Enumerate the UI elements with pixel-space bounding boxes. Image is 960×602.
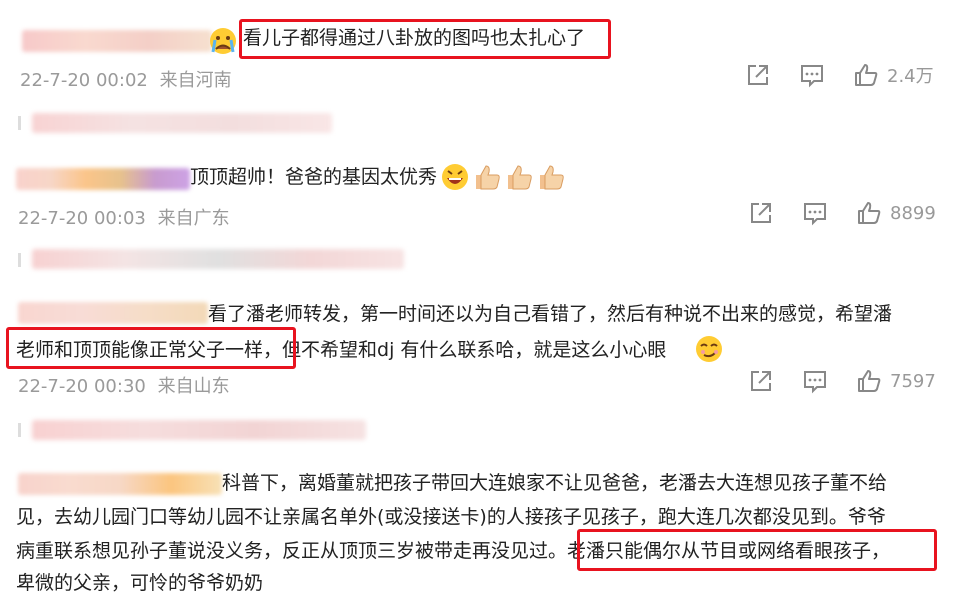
reply-preview-blurred[interactable]: [32, 249, 404, 269]
share-button[interactable]: [748, 368, 774, 394]
grin-face-icon: [440, 162, 470, 196]
reply-preview-blurred[interactable]: [32, 113, 332, 133]
commenter-name-blurred[interactable]: [16, 168, 190, 190]
comment-icon: [804, 203, 826, 226]
comment-location: 来自广东: [157, 208, 230, 229]
like-count: 7597: [890, 370, 936, 392]
like-icon: [858, 370, 881, 392]
commenter-name-blurred[interactable]: [18, 473, 222, 495]
smirk-face-icon: [694, 334, 724, 368]
like-button[interactable]: 2.4万: [853, 62, 934, 88]
comment-location: 来自河南: [159, 70, 232, 91]
commenter-name-blurred[interactable]: [22, 30, 212, 52]
crying-face-icon: [208, 26, 238, 60]
comment-icon: [801, 65, 823, 88]
comment-actions: 8899: [748, 200, 936, 226]
thumbs-up-icon: [536, 162, 566, 196]
reply-button[interactable]: [799, 62, 825, 88]
share-icon: [751, 203, 771, 223]
thumbs-up-icon: [504, 162, 534, 196]
comment-text: 看儿子都得通过八卦放的图吗也太扎心了: [243, 27, 586, 49]
like-count: 8899: [890, 202, 936, 224]
comment-time: 22-7-20 00:30: [18, 376, 146, 397]
commenter-name-blurred[interactable]: [18, 302, 208, 324]
like-icon: [855, 64, 878, 86]
comment-time: 22-7-20 00:03: [18, 208, 146, 229]
comment-meta: 22-7-20 00:30 来自山东: [18, 372, 230, 398]
comment-meta: 22-7-20 00:03 来自广东: [18, 204, 230, 230]
comment-meta: 22-7-20 00:02 来自河南: [20, 66, 232, 92]
thumbs-up-icon: [472, 162, 502, 196]
reply-button[interactable]: [802, 200, 828, 226]
comment-actions: 7597: [748, 368, 936, 394]
comment-icon: [804, 371, 826, 394]
comment-time: 22-7-20 00:02: [20, 70, 148, 91]
comment-text-line-1: 看了潘老师转发，第一时间还以为自己看错了，然后有种说不出来的感觉，希望潘: [208, 303, 893, 325]
comment-text-line-2: 老师和顶顶能像正常父子一样，但不希望和dj 有什么联系哈，就是这么小心眼: [16, 339, 667, 361]
like-count: 2.4万: [887, 66, 934, 87]
reply-rail: [18, 116, 21, 130]
comment-2: 顶顶超帅！爸爸的基因太优秀 22-7-20 00:03 来自广东 8899: [0, 150, 960, 290]
share-icon: [748, 65, 768, 85]
comment-4: 科普下，离婚董就把孩子带回大连娘家不让见爸爸，老潘去大连想见孩子董不给 见，去幼…: [0, 455, 960, 602]
comment-1: 看儿子都得通过八卦放的图吗也太扎心了 22-7-20 00:02 来自河南 2.…: [0, 0, 960, 150]
share-button[interactable]: [748, 200, 774, 226]
reply-preview-blurred[interactable]: [32, 420, 366, 440]
comment-text-line-4: 卑微的父亲，可怜的爷爷奶奶: [16, 572, 264, 594]
reply-rail: [18, 423, 21, 437]
comment-text-line-1: 科普下，离婚董就把孩子带回大连娘家不让见爸爸，老潘去大连想见孩子董不给: [222, 472, 888, 494]
comment-3: 看了潘老师转发，第一时间还以为自己看错了，然后有种说不出来的感觉，希望潘 老师和…: [0, 290, 960, 455]
like-button[interactable]: 8899: [856, 200, 936, 226]
comment-location: 来自山东: [157, 376, 230, 397]
comment-text-line-2: 见，去幼儿园门口等幼儿园不让亲属名单外(或没接送卡)的人接孩子见孩子，跑大连几次…: [16, 506, 886, 528]
like-icon: [858, 202, 881, 224]
reply-rail: [18, 253, 21, 267]
comment-text-line-3: 病重联系想见孙子董说没义务，反正从顶顶三岁被带走再没见过。老潘只能偶尔从节目或网…: [16, 540, 891, 562]
comment-actions: 2.4万: [745, 62, 934, 88]
like-button[interactable]: 7597: [856, 368, 936, 394]
comment-text: 顶顶超帅！爸爸的基因太优秀: [190, 166, 438, 188]
reply-button[interactable]: [802, 368, 828, 394]
share-button[interactable]: [745, 62, 771, 88]
share-icon: [751, 371, 771, 391]
